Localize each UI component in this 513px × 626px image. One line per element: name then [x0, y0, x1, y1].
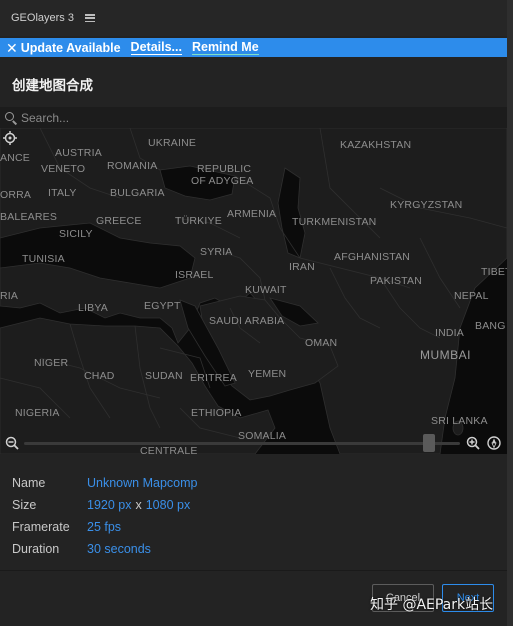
composition-info: Name Unknown Mapcomp Size 1920 px x 1080 p… [12, 472, 197, 560]
map-label: PAKISTAN [370, 275, 422, 287]
panel-header: GEOlayers 3 [0, 0, 513, 36]
duration-label: Duration [12, 542, 60, 556]
map-label: BALEARES [0, 211, 58, 223]
map-label: RIA [0, 290, 19, 302]
duration-row: Duration 30 seconds [12, 538, 197, 560]
map-label: ISRAEL [175, 269, 214, 281]
divider [0, 570, 507, 571]
map-label: TUNISIA [22, 253, 65, 265]
map-label: TURKMENISTAN [292, 216, 377, 228]
map-label: KUWAIT [245, 284, 287, 296]
size-separator: x [135, 498, 142, 512]
map-label: INDIA [435, 327, 465, 339]
name-label: Name [12, 476, 46, 490]
map-label: UKRAINE [148, 137, 197, 149]
duration-value[interactable]: 30 seconds [87, 542, 151, 556]
map-label: SOMALIA [238, 430, 287, 442]
framerate-label: Framerate [12, 520, 70, 534]
map-label: SRI LANKA [431, 415, 488, 427]
width-value[interactable]: 1920 px [87, 498, 131, 512]
details-link[interactable]: Details... [130, 40, 182, 55]
hamburger-icon[interactable] [84, 14, 95, 22]
map-label: NIGERIA [15, 407, 60, 419]
map-label: NIGER [34, 357, 69, 369]
zoom-out-icon[interactable] [5, 436, 19, 450]
update-message: Update Available [20, 40, 121, 55]
compass-icon[interactable] [487, 436, 501, 450]
map-label: SAUDI ARABIA [209, 315, 285, 327]
map-label: VENETO [41, 163, 86, 175]
map-label: OMAN [305, 337, 338, 349]
map-label: IRAN [289, 261, 315, 273]
zoom-in-icon[interactable] [466, 436, 480, 450]
map-label: ORRA [0, 189, 32, 201]
map-label: ETHIOPIA [191, 407, 242, 419]
zoom-slider-track[interactable] [24, 442, 460, 445]
size-row: Size 1920 px x 1080 px [12, 494, 197, 516]
map-label: KAZAKHSTAN [340, 139, 412, 151]
map-label: ITALY [48, 187, 77, 199]
city-label: MUMBAI [420, 348, 471, 362]
close-icon[interactable]: ✕ [6, 41, 18, 55]
map-label: ARMENIA [227, 208, 277, 220]
map-label: NEPAL [454, 290, 489, 302]
map-label: GREECE [96, 215, 142, 227]
name-row: Name Unknown Mapcomp [12, 472, 197, 494]
locate-target-icon[interactable] [3, 131, 17, 145]
search-bar [0, 107, 507, 128]
map-label: AFGHANISTAN [334, 251, 411, 263]
map-label: LIBYA [78, 302, 108, 314]
map-label: BANG [475, 320, 506, 332]
map-label: SICILY [59, 228, 93, 240]
map-label: AUSTRIA [55, 147, 102, 159]
scrollbar[interactable] [507, 0, 513, 626]
map-view[interactable]: UKRAINE AUSTRIA ROMANIA REPUBLIC OF ADYG… [0, 128, 507, 454]
framerate-row: Framerate 25 fps [12, 516, 197, 538]
map-label: ROMANIA [107, 160, 158, 172]
map-label: EGYPT [144, 300, 181, 312]
framerate-value[interactable]: 25 fps [87, 520, 121, 534]
map-label: TIBET [481, 266, 507, 278]
map-label: SUDAN [145, 370, 183, 382]
map-label: CHAD [84, 370, 115, 382]
map-label: ERITREA [190, 372, 237, 384]
map-label: ANCE [0, 152, 30, 164]
height-value[interactable]: 1080 px [146, 498, 190, 512]
panel-title: GEOlayers 3 [11, 12, 74, 24]
map-label: KYRGYZSTAN [390, 199, 463, 211]
page-title: 创建地图合成 [12, 78, 93, 93]
map-label: SYRIA [200, 246, 233, 258]
search-input[interactable] [21, 110, 481, 125]
map-label: TÜRKIYE [175, 215, 222, 227]
watermark: 知乎 @AEPark站长 [370, 597, 494, 613]
update-bar: ✕ Update Available Details... Remind Me [0, 38, 507, 57]
map-label: CENTRALE [140, 445, 198, 455]
size-label: Size [12, 498, 37, 512]
zoom-slider-handle[interactable] [422, 434, 435, 452]
map-label: BULGARIA [110, 187, 165, 199]
map-label: YEMEN [248, 368, 287, 380]
remind-me-link[interactable]: Remind Me [191, 40, 259, 55]
search-icon [4, 111, 18, 125]
map-label: OF ADYGEA [191, 175, 254, 187]
name-value[interactable]: Unknown Mapcomp [87, 476, 197, 490]
size-value: 1920 px x 1080 px [87, 498, 190, 512]
map-label: REPUBLIC [197, 163, 252, 175]
